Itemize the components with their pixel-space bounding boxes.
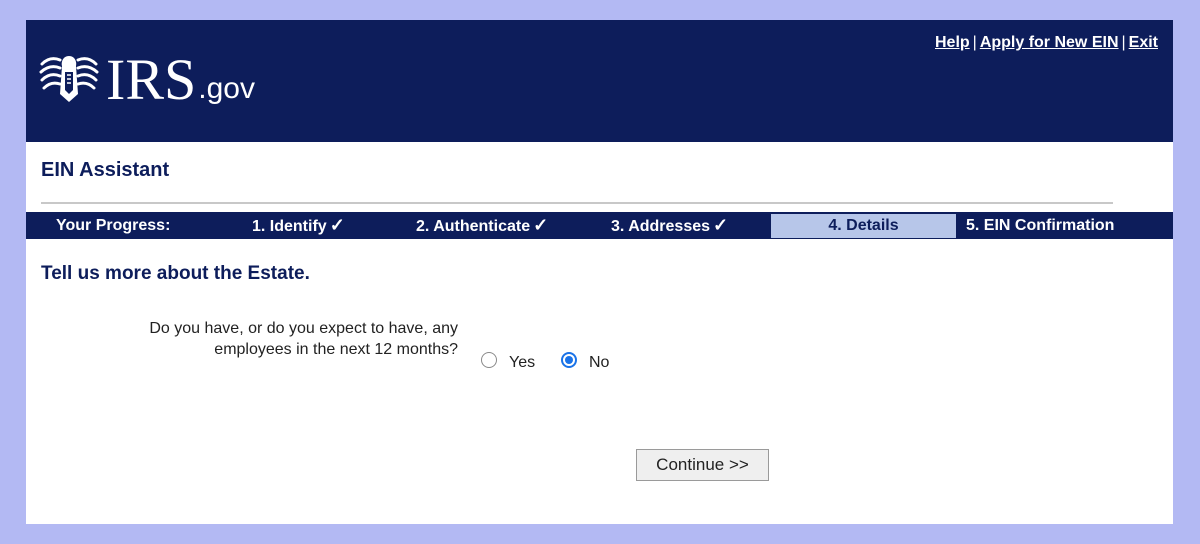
irs-eagle-icon	[39, 56, 99, 102]
yes-radio[interactable]	[481, 352, 497, 368]
progress-bar: Your Progress: 1. Identify ✓ 2. Authentic…	[26, 212, 1173, 239]
radio-option-yes[interactable]: Yes	[481, 348, 535, 372]
section-heading: Tell us more about the Estate.	[41, 263, 310, 284]
exit-link[interactable]: Exit	[1129, 34, 1158, 51]
page-title: EIN Assistant	[41, 159, 170, 181]
help-link[interactable]: Help	[935, 34, 970, 51]
radio-option-no[interactable]: No	[561, 348, 609, 372]
employees-question: Do you have, or do you expect to have, a…	[86, 318, 458, 360]
logo-gov-text: .gov	[198, 72, 255, 105]
step-label: 2. Authenticate	[416, 218, 531, 235]
check-icon: ✓	[533, 215, 549, 235]
header-links: Help | Apply for New EIN | Exit	[935, 34, 1158, 52]
app-frame: IRS .gov Help | Apply for New EIN | Exit EIN…	[26, 20, 1173, 524]
progress-step-details: 4. Details	[771, 214, 956, 238]
step-label: 1. Identify	[252, 218, 327, 235]
radio-label-yes: Yes	[509, 354, 536, 371]
question-line: employees in the next 12 months?	[214, 341, 458, 358]
progress-step-ein-confirmation: 5. EIN Confirmation	[966, 217, 1115, 234]
radio-label-no: No	[589, 354, 610, 371]
link-separator: |	[1121, 34, 1126, 51]
irs-logo[interactable]: IRS .gov	[38, 46, 255, 112]
progress-step-identify: 1. Identify ✓	[252, 212, 345, 239]
no-radio[interactable]	[561, 352, 577, 368]
continue-button[interactable]: Continue >>	[636, 449, 769, 481]
progress-step-authenticate: 2. Authenticate ✓	[416, 212, 548, 239]
site-header: IRS .gov Help | Apply for New EIN | Exit	[26, 20, 1173, 142]
check-icon: ✓	[329, 215, 345, 235]
logo-irs-text: IRS	[106, 47, 197, 112]
step-label: 3. Addresses	[611, 218, 711, 235]
check-icon: ✓	[713, 215, 729, 235]
progress-label: Your Progress:	[56, 217, 171, 234]
link-separator: |	[972, 34, 977, 51]
apply-new-ein-link[interactable]: Apply for New EIN	[980, 34, 1119, 51]
progress-step-addresses: 3. Addresses ✓	[611, 212, 728, 239]
question-line: Do you have, or do you expect to have, a…	[149, 320, 458, 337]
title-divider	[41, 202, 1113, 204]
